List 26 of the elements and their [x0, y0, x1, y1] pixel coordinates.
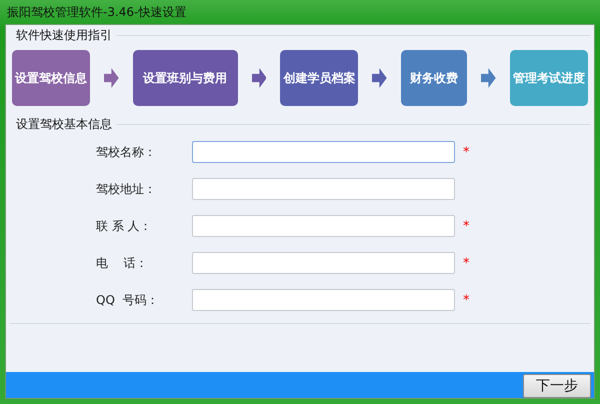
input-field[interactable] — [192, 289, 455, 311]
step-button[interactable]: 创建学员档案 — [280, 50, 358, 106]
arrow-icon — [252, 66, 266, 90]
field-label: 电 话： — [96, 254, 148, 272]
required-mark: * — [463, 292, 470, 308]
section-title: 软件快速使用指引 — [15, 27, 112, 44]
field-label: 驾校地址： — [96, 180, 157, 198]
field-label: 驾校名称： — [96, 144, 157, 160]
window-title: 振阳驾校管理软件-3.46-快速设置 — [6, 4, 188, 20]
input-field[interactable] — [192, 215, 455, 237]
required-mark: * — [463, 256, 470, 270]
field-label: QQ 号码： — [96, 292, 160, 308]
input-field[interactable] — [192, 252, 455, 274]
step-button[interactable]: 设置驾校信息 — [12, 50, 90, 106]
input-field[interactable] — [192, 141, 455, 163]
required-mark: * — [463, 218, 470, 234]
input-field[interactable] — [192, 178, 455, 200]
section-title: 设置驾校基本信息 — [15, 116, 112, 133]
step-button[interactable]: 财务收费 — [401, 50, 468, 106]
next-button[interactable]: 下一步 — [523, 374, 591, 398]
arrow-icon — [481, 66, 496, 90]
arrow-icon — [372, 66, 388, 90]
arrow-icon — [104, 66, 119, 90]
field-label: 联 系 人： — [96, 218, 153, 234]
required-mark: * — [463, 144, 470, 160]
step-button[interactable]: 设置班别与费用 — [132, 50, 238, 106]
